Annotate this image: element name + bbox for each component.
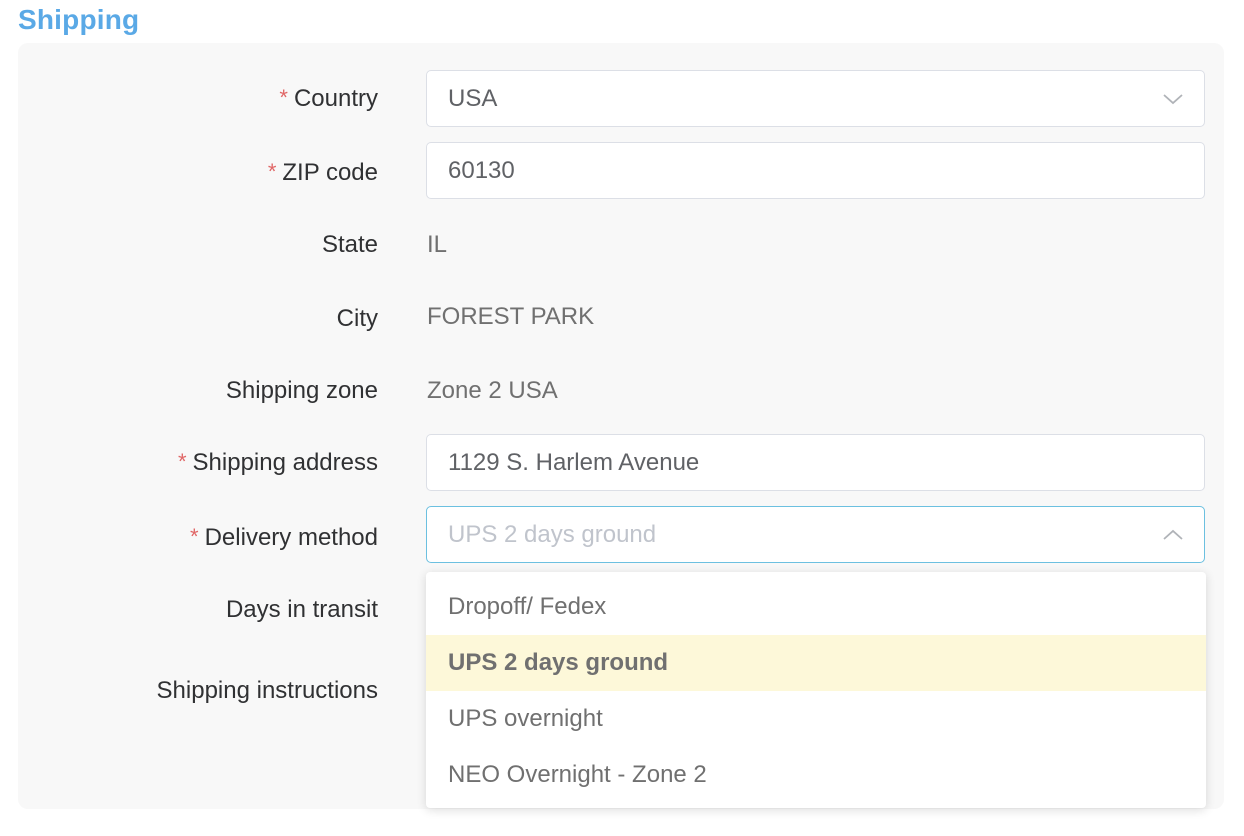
delivery-method-label: * Delivery method xyxy=(190,524,378,551)
chevron-up-icon xyxy=(1163,529,1183,540)
required-marker: * xyxy=(267,159,277,184)
state-label: State xyxy=(321,231,378,258)
zip-input[interactable]: 60130 xyxy=(426,142,1205,199)
shipping-instructions-label: Shipping instructions xyxy=(156,677,378,704)
country-value: USA xyxy=(448,84,498,112)
city-value: FOREST PARK xyxy=(427,303,595,330)
shipping-zone-value: Zone 2 USA xyxy=(427,377,558,404)
country-select[interactable]: USA xyxy=(426,70,1205,127)
dropdown-option-dropoff-fedex[interactable]: Dropoff/ Fedex xyxy=(426,579,1206,635)
section-title: Shipping xyxy=(18,4,140,35)
dropdown-option-ups-2-days-ground[interactable]: UPS 2 days ground xyxy=(426,635,1206,691)
shipping-zone-label: Shipping zone xyxy=(225,377,378,404)
shipping-address-input[interactable]: 1129 S. Harlem Avenue xyxy=(426,434,1205,491)
city-label: City xyxy=(336,305,378,332)
dropdown-option-ups-overnight[interactable]: UPS overnight xyxy=(426,691,1206,747)
zip-value: 60130 xyxy=(448,156,515,184)
delivery-method-select[interactable]: UPS 2 days ground xyxy=(426,506,1205,563)
state-value: IL xyxy=(427,231,448,258)
delivery-method-dropdown: Dropoff/ Fedex UPS 2 days ground UPS ove… xyxy=(426,572,1206,808)
chevron-down-icon xyxy=(1163,93,1183,104)
country-label: * Country xyxy=(279,85,378,112)
required-marker: * xyxy=(279,85,288,110)
shipping-address-value: 1129 S. Harlem Avenue xyxy=(448,448,700,476)
zip-label: * ZIP code xyxy=(267,159,378,186)
delivery-method-placeholder: UPS 2 days ground xyxy=(448,520,657,548)
required-marker: * xyxy=(177,449,187,474)
required-marker: * xyxy=(190,524,199,549)
days-in-transit-label: Days in transit xyxy=(225,596,378,623)
shipping-address-label: * Shipping address xyxy=(177,449,378,476)
dropdown-option-neo-overnight-zone-2[interactable]: NEO Overnight - Zone 2 xyxy=(426,747,1206,803)
